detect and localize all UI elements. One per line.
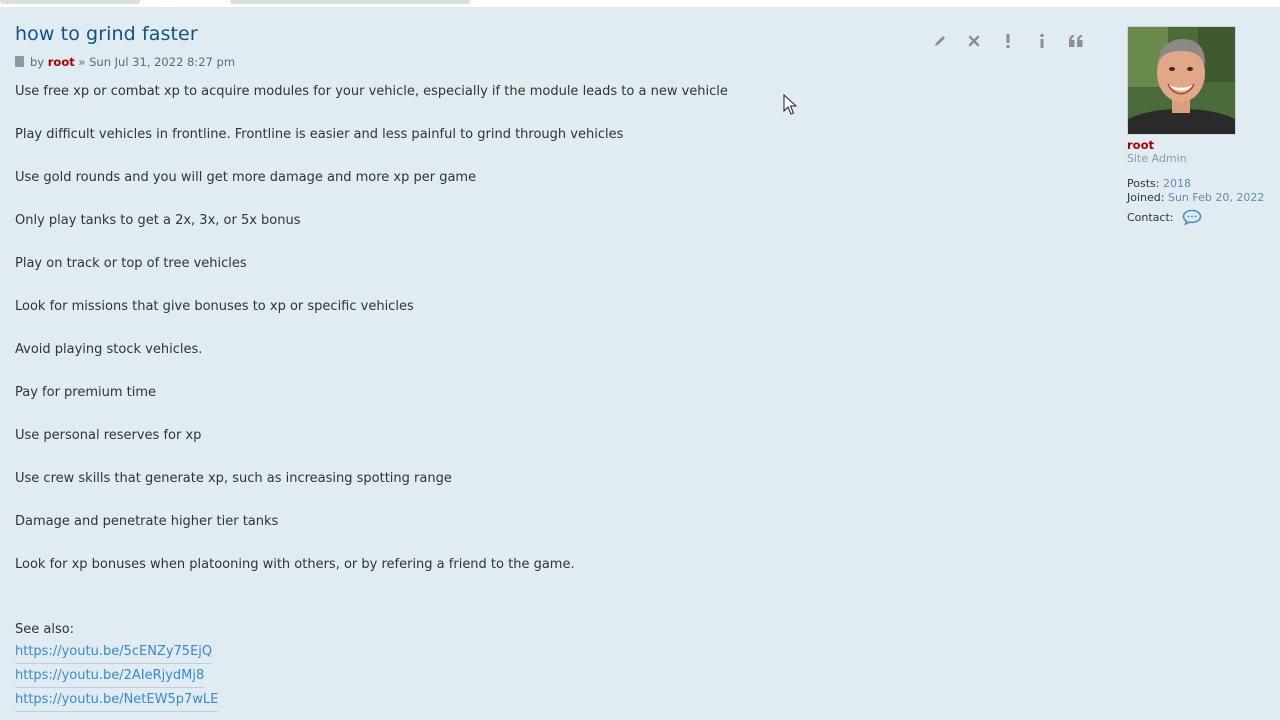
paragraph: Look for missions that give bonuses to x… [15,299,414,314]
paragraph: Damage and penetrate higher tier tanks [15,514,279,529]
quote-icon [1069,35,1083,47]
paragraph: Use personal reserves for xp [15,428,202,443]
info-icon [1040,34,1044,48]
by-label: by [30,55,45,69]
paragraph: Only play tanks to get a 2x, 3x, or 5x b… [15,213,301,228]
paragraph: Use free xp or combat xp to acquire modu… [15,84,728,99]
mouse-pointer-icon [783,94,797,115]
posts-count-link[interactable]: 2018 [1163,177,1191,190]
speech-bubble-icon[interactable] [1182,209,1202,225]
post-author-link[interactable]: root [48,55,75,69]
youtube-link[interactable]: https://youtu.be/5cENZy75EjQ [15,643,213,664]
paragraph: Play difficult vehicles in frontline. Fr… [15,127,624,142]
forum-post: how to grind faster by root » Sun Jul 31… [0,7,1280,720]
quote-button[interactable] [1061,27,1091,55]
see-also-links: https://youtu.be/5cENZy75EjQ https://you… [15,643,219,715]
post-date: Sun Jul 31, 2022 8:27 pm [89,55,236,69]
tab-fragment [230,0,470,4]
paragraph: Pay for premium time [15,385,157,400]
contact-row: Contact: [1127,209,1280,225]
paragraph: Look for xp bonuses when platooning with… [15,557,575,572]
joined-row: Joined: Sun Feb 20, 2022 [1127,191,1280,205]
joined-date: Sun Feb 20, 2022 [1167,191,1265,204]
post-actions [925,27,1091,55]
edit-button[interactable] [925,27,955,55]
post-content: Use free xp or combat xp to acquire modu… [15,84,915,600]
post-icon[interactable] [15,56,24,67]
see-also-label: See also: [15,622,75,637]
profile-stats: Posts: 2018 Joined: Sun Feb 20, 2022 [1127,177,1280,205]
meta-separator: » [78,55,86,69]
paragraph: Avoid playing stock vehicles. [15,342,203,357]
pencil-icon [935,36,945,46]
profile-username[interactable]: root [1127,138,1280,152]
posts-row: Posts: 2018 [1127,177,1280,191]
avatar[interactable] [1127,26,1236,135]
delete-button[interactable] [959,27,989,55]
paragraph: Use gold rounds and you will get more da… [15,170,477,185]
youtube-link[interactable]: https://youtu.be/NetEW5p7wLE [15,691,219,712]
report-button[interactable] [993,27,1023,55]
joined-label: Joined: [1127,191,1165,204]
youtube-link[interactable]: https://youtu.be/2AIeRjydMj8 [15,667,205,688]
contact-label: Contact: [1127,210,1174,224]
info-button[interactable] [1027,27,1057,55]
close-icon [968,35,980,47]
paragraph: Use crew skills that generate xp, such a… [15,471,452,486]
profile-rank: Site Admin [1127,152,1187,165]
browser-top-strip [0,0,1280,7]
post-title[interactable]: how to grind faster [15,23,198,45]
author-profile: root Site Admin Posts: 2018 Joined: Sun … [1127,26,1280,225]
tab-fragment [0,0,140,4]
posts-label: Posts: [1127,177,1160,190]
paragraph: Play on track or top of tree vehicles [15,256,247,271]
exclamation-icon [1006,34,1010,48]
post-meta: by root » Sun Jul 31, 2022 8:27 pm [15,55,235,69]
